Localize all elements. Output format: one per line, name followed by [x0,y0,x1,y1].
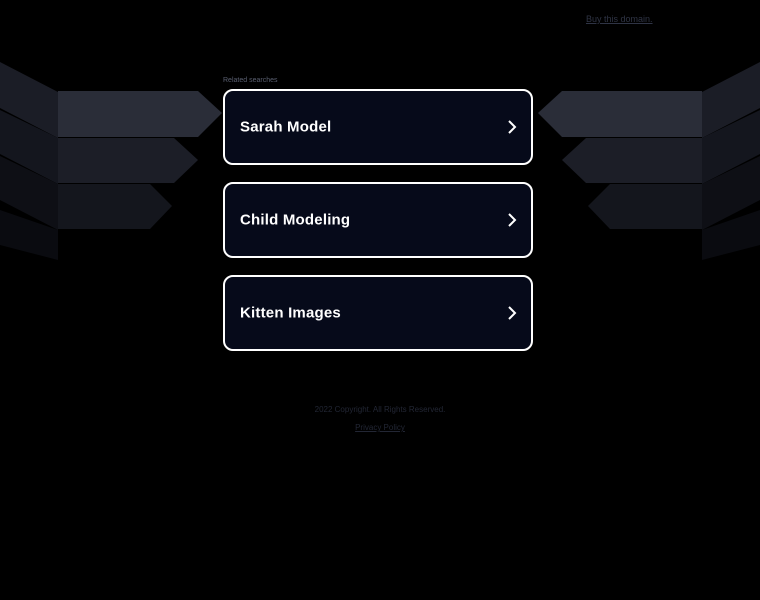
related-search-child-modeling[interactable]: Child Modeling [223,182,533,258]
related-search-label: Child Modeling [240,211,351,229]
related-search-kitten-images[interactable]: Kitten Images [223,275,533,351]
buy-domain-link[interactable]: Buy this domain. [586,14,653,24]
copyright-text: 2022 Copyright. All Rights Reserved. [314,405,446,414]
chevron-right-icon [508,120,517,134]
chevron-right-icon [508,306,517,320]
chevron-right-icon [508,213,517,227]
related-search-sarah-model[interactable]: Sarah Model [223,89,533,165]
related-search-label: Kitten Images [240,304,341,322]
related-search-label: Sarah Model [240,118,332,136]
related-searches-label: Related searches [223,77,278,84]
privacy-policy: Privacy Policy [0,423,760,432]
privacy-policy-link[interactable]: Privacy Policy [355,423,405,432]
